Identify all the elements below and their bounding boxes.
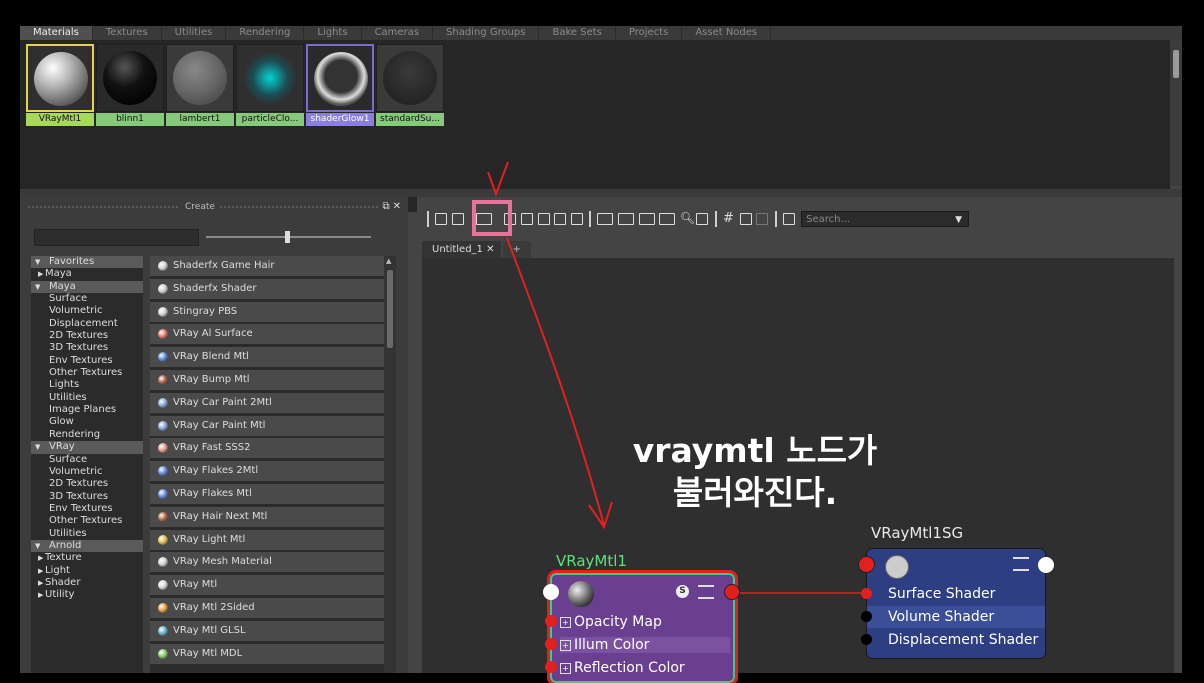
port-volume-shader[interactable]: Volume Shader <box>867 606 1045 628</box>
node-menu-icon[interactable] <box>1013 557 1029 571</box>
shader-badge-icon: S <box>676 585 689 598</box>
port-surface-shader[interactable]: Surface Shader <box>888 586 995 602</box>
port-displacement-shader[interactable]: Displacement Shader <box>888 632 1038 648</box>
arrow-line <box>506 237 605 526</box>
annotation-text: vraymtl 노드가 불러와진다. <box>632 431 878 512</box>
node1-output-port[interactable] <box>724 584 740 600</box>
node1-title: VRayMtl1 <box>556 552 627 570</box>
shading-group-icon <box>885 555 909 579</box>
node2-title: VRayMtl1SG <box>871 524 964 542</box>
node2-output-port[interactable] <box>1038 557 1054 573</box>
port-illum-color[interactable]: + Illum Color <box>560 637 730 653</box>
node-menu-icon[interactable] <box>698 585 714 599</box>
port-reflection-color[interactable]: + Reflection Color <box>560 660 685 676</box>
displacement-shader-port[interactable] <box>861 634 872 645</box>
shading-group-node[interactable]: Surface Shader Volume Shader Displacemen… <box>866 548 1046 659</box>
material-swatch-icon <box>568 581 594 607</box>
node2-input-port[interactable] <box>858 556 875 573</box>
vraymtl-node[interactable]: S + Opacity Map + Illum Color + Reflection … <box>547 570 738 683</box>
surface-shader-port[interactable] <box>861 588 872 599</box>
reflection-color-port[interactable] <box>545 661 557 673</box>
illum-color-port[interactable] <box>545 638 557 650</box>
node1-input-port[interactable] <box>543 584 559 600</box>
opacity-map-port[interactable] <box>545 615 557 627</box>
check-mark <box>487 161 509 197</box>
port-opacity-map[interactable]: + Opacity Map <box>560 614 662 630</box>
volume-shader-port[interactable] <box>861 611 872 622</box>
